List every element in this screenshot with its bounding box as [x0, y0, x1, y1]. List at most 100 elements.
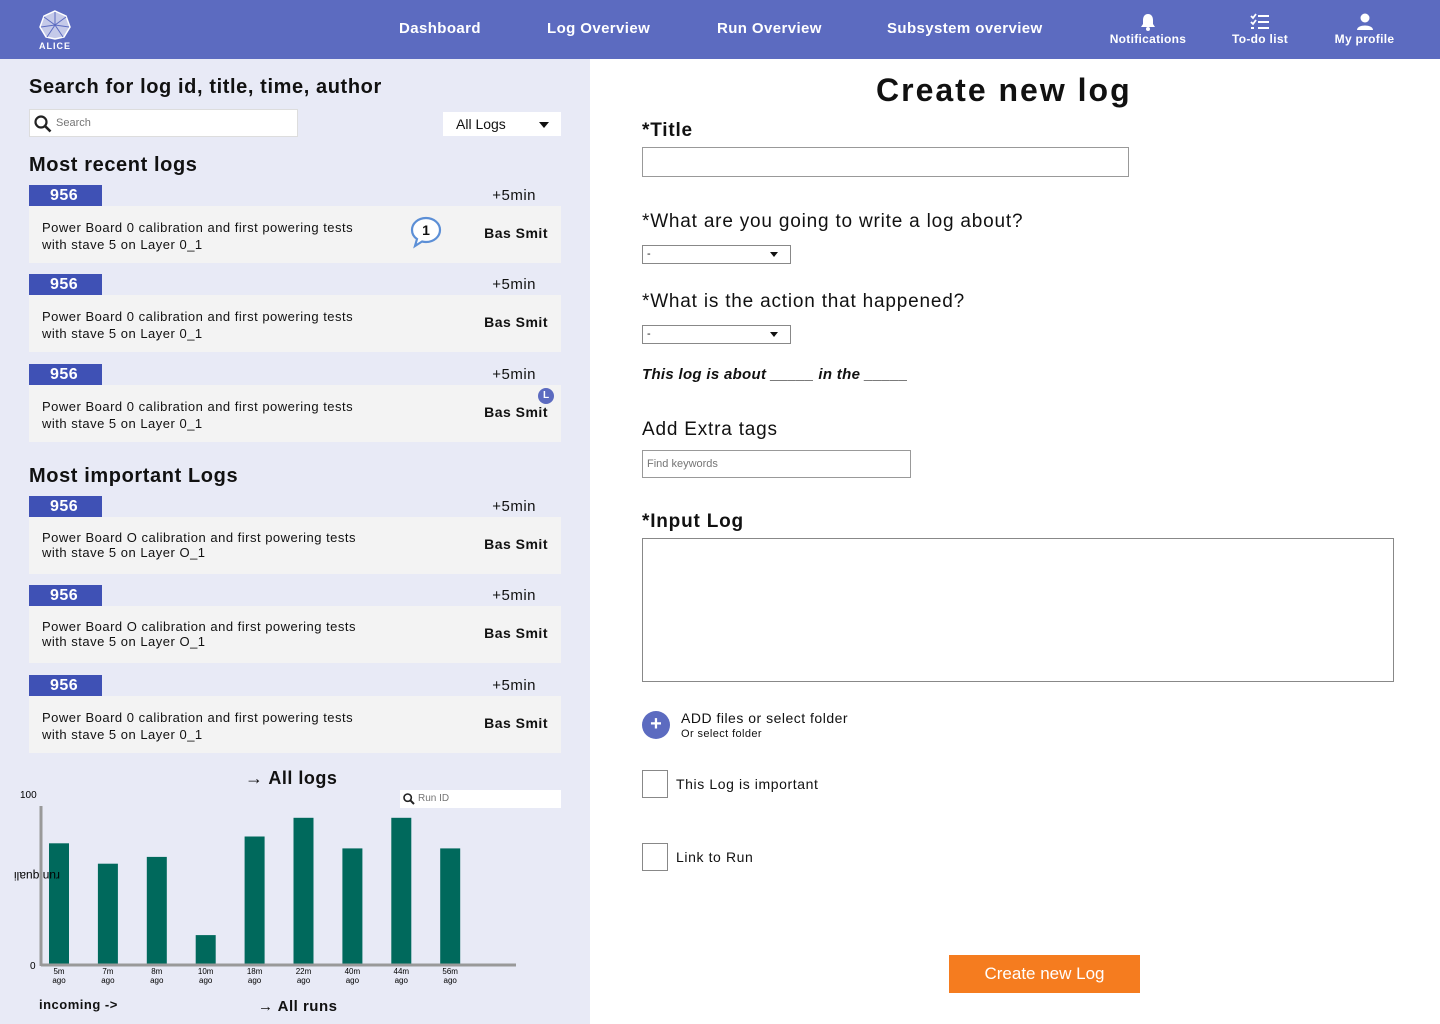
all-runs-link[interactable]: → All runs: [258, 998, 337, 1015]
log-body[interactable]: Power Board O calibration and first powe…: [29, 517, 561, 574]
important-log-entry[interactable]: 956 +5min Power Board 0 calibration and …: [29, 675, 561, 753]
top-navigation-bar: ALICE Dashboard Log Overview Run Overvie…: [0, 0, 1440, 59]
comment-count-button[interactable]: 1: [410, 216, 442, 250]
action-select-value: -: [647, 328, 651, 340]
x-tick-label: 22m: [296, 967, 312, 976]
important-log-entry[interactable]: 956 +5min Power Board O calibration and …: [29, 585, 561, 663]
log-id[interactable]: 956: [29, 496, 102, 518]
important-log-entry[interactable]: 956 +5min Power Board O calibration and …: [29, 496, 561, 574]
recent-log-entry[interactable]: 956 +5min Power Board 0 calibration and …: [29, 185, 561, 263]
about-select[interactable]: -: [642, 245, 791, 264]
x-tick-label: 8m: [151, 967, 162, 976]
arrow-right-icon: →: [258, 998, 278, 1015]
about-select-value: -: [647, 248, 651, 260]
log-title: Power Board 0 calibration and first powe…: [42, 399, 354, 431]
log-author[interactable]: Bas Smit: [484, 625, 548, 641]
nav-subsystem-overview[interactable]: Subsystem overview: [887, 20, 1043, 37]
add-files-button[interactable]: +: [642, 711, 670, 739]
select-folder-label[interactable]: Or select folder: [681, 728, 762, 740]
x-tick-label: 7m: [102, 967, 113, 976]
chart-bar[interactable]: [195, 935, 216, 964]
checklist-icon: [1250, 13, 1269, 29]
x-tick-label: 10m: [198, 967, 214, 976]
tags-input[interactable]: [642, 450, 911, 478]
x-tick-label: ago: [248, 976, 262, 985]
log-body[interactable]: Power Board 0 calibration and first powe…: [29, 295, 561, 352]
extra-tags-label: Add Extra tags: [642, 419, 778, 440]
recent-log-entry[interactable]: 956 +5min Power Board 0 calibration and …: [29, 364, 561, 442]
log-body[interactable]: Power Board 0 calibration and first powe…: [29, 696, 561, 753]
nav-run-overview[interactable]: Run Overview: [717, 20, 822, 37]
user-icon: [1356, 13, 1373, 30]
chart-bar[interactable]: [244, 836, 265, 965]
log-id[interactable]: 956: [29, 364, 102, 386]
log-id[interactable]: 956: [29, 585, 102, 607]
recent-log-entry[interactable]: 956 +5min Power Board 0 calibration and …: [29, 274, 561, 352]
log-id[interactable]: 956: [29, 675, 102, 697]
log-id[interactable]: 956: [29, 185, 102, 207]
x-tick-label: 40m: [345, 967, 361, 976]
chart-bar[interactable]: [342, 848, 363, 964]
x-tick-label: ago: [150, 976, 164, 985]
notifications-label: Notifications: [1109, 32, 1187, 46]
log-author[interactable]: Bas Smit: [484, 715, 548, 731]
title-input[interactable]: [642, 147, 1129, 177]
chart-bar[interactable]: [49, 843, 69, 964]
log-id[interactable]: 956: [29, 274, 102, 296]
search-input[interactable]: [56, 113, 291, 133]
log-title: Power Board O calibration and first powe…: [42, 530, 357, 560]
todo-list-button[interactable]: To-do list: [1232, 12, 1288, 46]
x-tick-label: ago: [346, 976, 360, 985]
log-body[interactable]: Power Board 0 calibration and first powe…: [29, 385, 561, 442]
chart-bar[interactable]: [391, 817, 412, 964]
incoming-label: incoming ->: [39, 997, 118, 1012]
chart-bar[interactable]: [440, 848, 461, 964]
important-checkbox[interactable]: [642, 770, 668, 798]
search-box[interactable]: [29, 109, 298, 137]
x-tick-label: ago: [395, 976, 409, 985]
notifications-button[interactable]: Notifications: [1109, 12, 1187, 46]
link-to-run-label[interactable]: Link to Run: [676, 849, 753, 865]
logo-text: ALICE: [39, 41, 71, 51]
log-body[interactable]: Power Board O calibration and first powe…: [29, 606, 561, 663]
action-select[interactable]: -: [642, 325, 791, 344]
y-tick-label: 100: [20, 790, 37, 801]
comment-count: 1: [422, 222, 430, 238]
alice-logo[interactable]: ALICE: [38, 10, 72, 54]
log-author[interactable]: Bas Smit: [484, 404, 548, 420]
bell-icon: [1141, 14, 1155, 31]
log-filter-select[interactable]: All Logs: [443, 112, 561, 136]
chart-bar[interactable]: [146, 856, 167, 964]
search-icon: [34, 115, 52, 133]
nav-log-overview[interactable]: Log Overview: [547, 20, 650, 37]
chevron-down-icon: [770, 332, 778, 337]
most-recent-logs-title: Most recent logs: [29, 154, 198, 176]
plus-icon: +: [650, 713, 662, 735]
chart-bar[interactable]: [293, 817, 314, 964]
link-to-run-checkbox[interactable]: [642, 843, 668, 871]
page-title: Create new log: [876, 72, 1132, 108]
log-time: +5min: [492, 587, 536, 604]
all-runs-label: All runs: [277, 998, 338, 1015]
log-author[interactable]: Bas Smit: [484, 314, 548, 330]
create-log-button[interactable]: Create new Log: [949, 955, 1140, 993]
my-profile-button[interactable]: My profile: [1334, 12, 1395, 46]
log-body-textarea[interactable]: [642, 538, 1394, 682]
log-author[interactable]: Bas Smit: [484, 225, 548, 241]
log-time: +5min: [492, 677, 536, 694]
nav-dashboard[interactable]: Dashboard: [399, 20, 481, 37]
important-checkbox-label[interactable]: This Log is important: [676, 776, 819, 792]
log-title: Power Board 0 calibration and first powe…: [42, 220, 354, 252]
action-label: *What is the action that happened?: [642, 291, 965, 312]
log-body[interactable]: Power Board 0 calibration and first powe…: [29, 206, 561, 263]
chart-bar[interactable]: [97, 863, 118, 964]
x-tick-label: ago: [444, 976, 458, 985]
about-label: *What are you going to write a log about…: [642, 211, 1024, 232]
todo-list-label: To-do list: [1232, 32, 1289, 46]
alice-logo-icon: [39, 10, 71, 40]
log-title: Power Board 0 calibration and first powe…: [42, 710, 354, 742]
run-quality-chart: 5mago7mago8mago10mago18mago22mago40mago4…: [14, 790, 516, 985]
add-files-label[interactable]: ADD files or select folder: [681, 710, 848, 726]
my-profile-label: My profile: [1334, 32, 1395, 46]
log-author[interactable]: Bas Smit: [484, 536, 548, 552]
